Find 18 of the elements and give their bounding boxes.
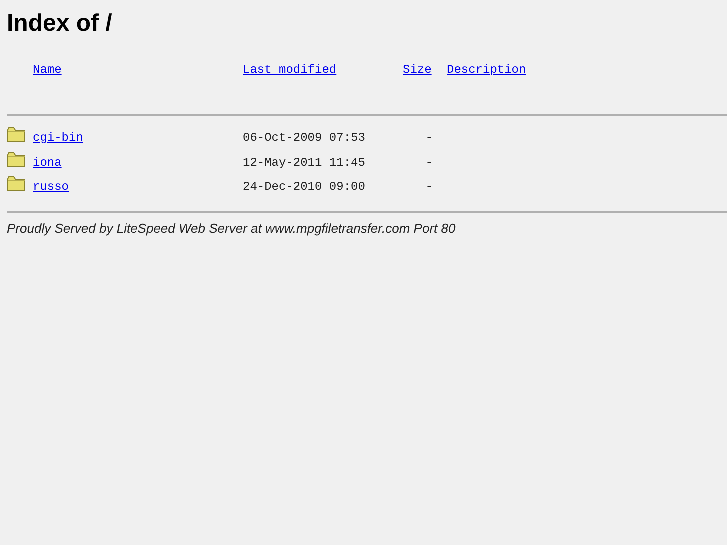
- file-size: -: [424, 179, 433, 196]
- column-header-link[interactable]: Size: [403, 63, 432, 77]
- folder-icon: [7, 176, 26, 192]
- file-size: -: [424, 154, 433, 172]
- column-header-link[interactable]: Description: [447, 63, 526, 77]
- file-size: -: [424, 130, 433, 148]
- folder-icon: [7, 127, 26, 144]
- page-title: Index of /: [7, 9, 114, 39]
- folder-link[interactable]: russo: [33, 180, 70, 194]
- folder-link[interactable]: iona: [33, 156, 62, 170]
- column-header-link[interactable]: Name: [33, 63, 62, 77]
- folder-icon: [7, 152, 26, 168]
- modified-date: 12-May-2011 11:45: [243, 154, 366, 172]
- modified-date: 24-Dec-2010 09:00: [243, 179, 366, 196]
- server-footer: Proudly Served by LiteSpeed Web Server at www.mpgfiletransfer.com Port 80: [7, 218, 720, 238]
- modified-date: 06-Oct-2009 07:53: [243, 130, 366, 148]
- folder-link[interactable]: cgi-bin: [33, 131, 84, 146]
- column-header-link[interactable]: Last modified: [243, 63, 337, 77]
